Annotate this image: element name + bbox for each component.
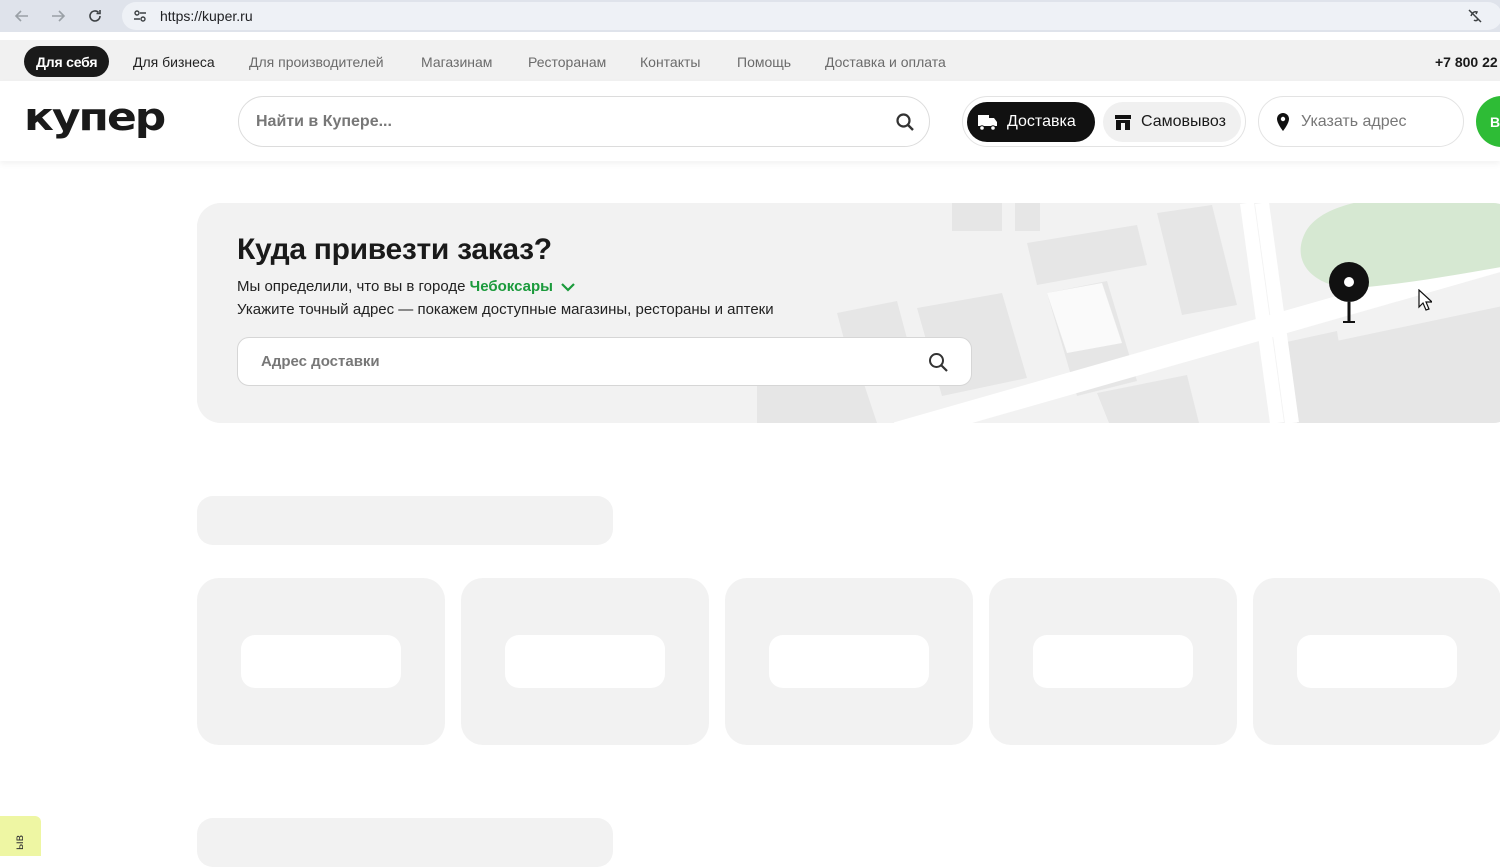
truck-icon: [978, 115, 997, 131]
kuper-logo[interactable]: купер: [24, 98, 166, 137]
chevron-down-icon: [561, 283, 575, 292]
set-address-label: Указать адрес: [1301, 112, 1407, 130]
store-icon: [1115, 115, 1131, 130]
skeleton-section-title: [197, 818, 613, 867]
site-header: купер Найти в Купере... Доставка Самовыв…: [0, 81, 1500, 161]
top-nav: Для себя Для бизнеса Для производителей …: [0, 40, 1500, 81]
site-settings-icon[interactable]: [132, 8, 148, 24]
skeleton-card: [461, 578, 709, 745]
skeleton-card-label: [1297, 635, 1457, 688]
detected-city-prefix: Мы определили, что вы в городе: [237, 278, 466, 295]
skeleton-card: [197, 578, 445, 745]
login-button[interactable]: В: [1476, 96, 1500, 147]
skeleton-card-label: [1033, 635, 1193, 688]
reload-icon[interactable]: [84, 5, 106, 27]
skeleton-card-label: [241, 635, 401, 688]
search-placeholder: Найти в Купере...: [256, 112, 392, 130]
pickup-button[interactable]: Самовывоз: [1103, 102, 1241, 142]
banner-title: Куда привезти заказ?: [237, 233, 552, 266]
skeleton-card-label: [769, 635, 929, 688]
delivery-address-input[interactable]: Адрес доставки: [237, 337, 972, 386]
nav-link-delivery-payment[interactable]: Доставка и оплата: [825, 54, 946, 70]
delivery-address-banner: Куда привезти заказ? Мы определили, что …: [197, 203, 1500, 423]
forward-icon[interactable]: [47, 5, 69, 27]
browser-toolbar: https://kuper.ru: [0, 0, 1500, 32]
nav-link-business[interactable]: Для бизнеса: [133, 54, 215, 70]
delivery-mode-toggle: Доставка Самовывоз: [962, 96, 1246, 147]
banner-hint: Укажите точный адрес — покажем доступные…: [237, 301, 774, 318]
delivery-address-placeholder: Адрес доставки: [261, 353, 380, 370]
phone-number[interactable]: +7 800 22: [1435, 54, 1498, 70]
url-text: https://kuper.ru: [160, 8, 253, 24]
feedback-tab[interactable]: ыв: [0, 816, 41, 856]
tracking-protection-icon[interactable]: [1466, 7, 1484, 25]
search-input[interactable]: Найти в Купере...: [238, 96, 930, 147]
nav-link-restaurants[interactable]: Ресторанам: [528, 54, 606, 70]
skeleton-card-label: [505, 635, 665, 688]
skeleton-card: [1253, 578, 1500, 745]
search-icon[interactable]: [895, 112, 915, 132]
nav-link-contacts[interactable]: Контакты: [640, 54, 700, 70]
search-icon[interactable]: [928, 352, 949, 373]
set-address-button[interactable]: Указать адрес: [1258, 96, 1464, 147]
city-selector[interactable]: Чебоксары: [470, 278, 575, 295]
skeleton-card: [725, 578, 973, 745]
skeleton-section-title: [197, 496, 613, 545]
back-icon[interactable]: [11, 5, 33, 27]
tab-for-self[interactable]: Для себя: [24, 46, 110, 77]
city-name: Чебоксары: [469, 278, 553, 295]
location-pin-icon: [1277, 112, 1289, 131]
nav-link-producers[interactable]: Для производителей: [249, 54, 384, 70]
delivery-label: Доставка: [1007, 113, 1076, 130]
feedback-label: ыв: [12, 835, 26, 850]
detected-city-text: Мы определили, что вы в городе Чебоксары: [237, 278, 575, 295]
delivery-button[interactable]: Доставка: [967, 102, 1095, 142]
pickup-label: Самовывоз: [1141, 113, 1226, 130]
skeleton-card: [989, 578, 1237, 745]
mouse-cursor-icon: [1418, 289, 1432, 311]
nav-link-help[interactable]: Помощь: [737, 54, 791, 70]
address-bar[interactable]: https://kuper.ru: [122, 2, 1500, 30]
nav-link-stores[interactable]: Магазинам: [421, 54, 492, 70]
